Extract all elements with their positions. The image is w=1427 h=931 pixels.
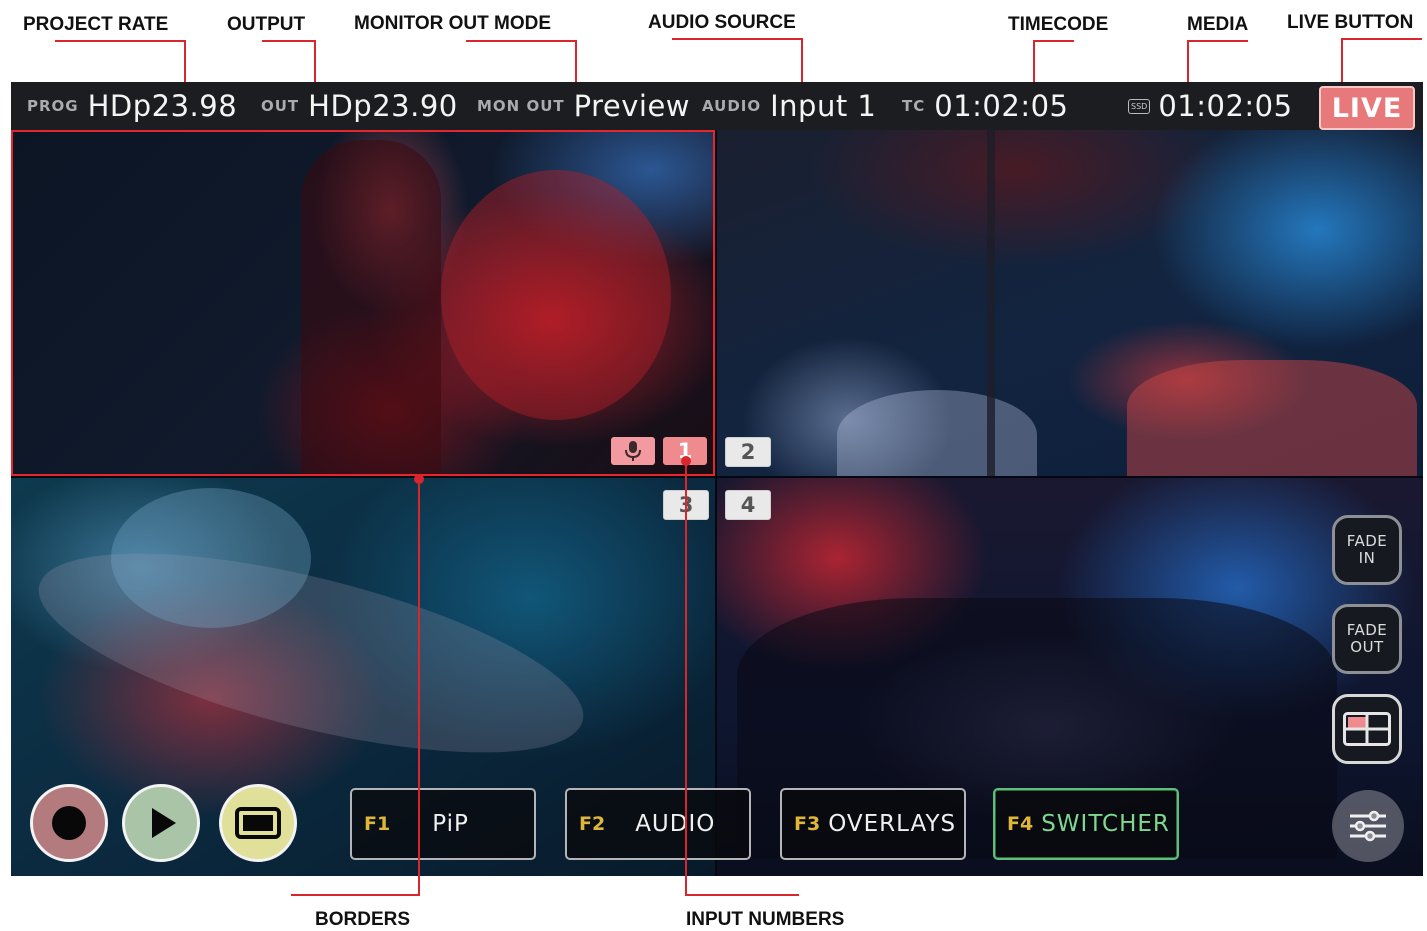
live-button[interactable]: LIVE [1319, 86, 1415, 130]
input-number-4[interactable]: 4 [725, 490, 771, 520]
record-button[interactable] [30, 784, 108, 862]
leader-media [1188, 40, 1248, 42]
hand-shape [111, 488, 311, 628]
play-button[interactable] [122, 784, 200, 862]
mon-out-value: Preview [573, 89, 691, 123]
f2-key-label: AUDIO [635, 811, 716, 837]
fade-out-line1: FADE [1346, 621, 1388, 639]
project-rate[interactable]: PROG HDp23.98 [27, 82, 237, 130]
trumpet-shape [21, 512, 601, 794]
fade-out-line2: OUT [1350, 638, 1384, 656]
out-value: HDp23.90 [308, 89, 458, 123]
input-number-2[interactable]: 2 [725, 437, 771, 467]
prog-label: PROG [27, 97, 79, 115]
play-icon [152, 808, 176, 838]
mon-out-label: MON OUT [477, 97, 565, 115]
leader-project-rate-v [184, 40, 186, 86]
input-2-view[interactable] [717, 130, 1423, 476]
leader-inputs-v [685, 461, 687, 896]
media-value: 01:02:05 [1158, 89, 1293, 123]
callout-project-rate: PROJECT RATE [23, 14, 169, 35]
monitor-screen: PROG HDp23.98 OUT HDp23.90 MON OUT Previ… [11, 82, 1423, 876]
callout-live-button: LIVE BUTTON [1287, 12, 1414, 33]
display-icon [235, 807, 281, 839]
leader-live-v [1341, 38, 1343, 86]
leader-live [1342, 38, 1422, 40]
leader-media-v [1187, 40, 1189, 86]
callout-media: MEDIA [1187, 14, 1249, 35]
f4-key-label: SWITCHER [1041, 811, 1170, 837]
f1-key-id: F1 [364, 813, 391, 835]
timecode[interactable]: TC 01:02:05 [902, 82, 1069, 130]
leader-timecode [1034, 40, 1074, 42]
f4-switcher-button[interactable]: F4 SWITCHER [993, 788, 1179, 860]
layout-button[interactable] [1332, 694, 1402, 764]
audio-input-badge [611, 437, 655, 465]
tc-value: 01:02:05 [934, 89, 1069, 123]
f2-audio-button[interactable]: F2 AUDIO [565, 788, 751, 860]
callout-timecode: TIMECODE [1008, 14, 1109, 35]
f4-key-id: F4 [1007, 813, 1034, 835]
callout-audio-source: AUDIO SOURCE [648, 12, 796, 33]
f3-key-id: F3 [794, 813, 821, 835]
prog-value: HDp23.98 [87, 89, 238, 123]
callout-borders: BORDERS [315, 909, 411, 930]
settings-button[interactable] [1332, 790, 1404, 862]
f3-key-label: OVERLAYS [828, 811, 957, 837]
leader-audio [672, 38, 802, 40]
output-format[interactable]: OUT HDp23.90 [261, 82, 458, 130]
display-button[interactable] [219, 784, 297, 862]
leader-output [262, 40, 315, 42]
drum-shape [1127, 360, 1417, 476]
microphone-icon [625, 441, 641, 461]
callout-output: OUTPUT [227, 14, 306, 35]
f3-overlays-button[interactable]: F3 OVERLAYS [780, 788, 966, 860]
fade-out-button[interactable]: FADE OUT [1332, 604, 1402, 674]
leader-borders-h [291, 894, 420, 896]
record-icon [52, 806, 86, 840]
program-border [11, 130, 715, 476]
fade-in-line2: IN [1358, 549, 1376, 567]
leader-audio-v [801, 38, 803, 86]
leader-borders-v [418, 479, 420, 896]
audio-source[interactable]: AUDIO Input 1 [702, 82, 876, 130]
media-status[interactable]: SSD 01:02:05 [1128, 82, 1293, 130]
leader-timecode-v [1033, 40, 1035, 86]
leader-output-v [314, 40, 316, 86]
leader-monitor-v [575, 40, 577, 86]
leader-monitor [466, 40, 576, 42]
fade-in-button[interactable]: FADE IN [1332, 515, 1402, 585]
quad-layout-icon [1343, 712, 1391, 746]
fade-in-line1: FADE [1346, 532, 1388, 550]
out-label: OUT [261, 97, 300, 115]
snare-shape [837, 390, 1037, 476]
f2-key-id: F2 [579, 813, 606, 835]
f1-key-label: PiP [432, 811, 469, 837]
leader-project-rate [55, 40, 185, 42]
callout-input-numbers: INPUT NUMBERS [686, 909, 845, 930]
ssd-icon: SSD [1128, 98, 1151, 114]
monitor-out-mode[interactable]: MON OUT Preview [477, 82, 690, 130]
callout-monitor-out-mode: MONITOR OUT MODE [354, 13, 552, 34]
audio-label: AUDIO [702, 97, 762, 115]
status-bar: PROG HDp23.98 OUT HDp23.90 MON OUT Previ… [11, 82, 1423, 130]
f1-pip-button[interactable]: F1 PiP [350, 788, 536, 860]
sliders-icon [1350, 810, 1386, 842]
cymbal-stand [987, 130, 995, 476]
leader-inputs-h [685, 894, 799, 896]
tc-label: TC [902, 97, 926, 115]
audio-value: Input 1 [770, 89, 877, 123]
